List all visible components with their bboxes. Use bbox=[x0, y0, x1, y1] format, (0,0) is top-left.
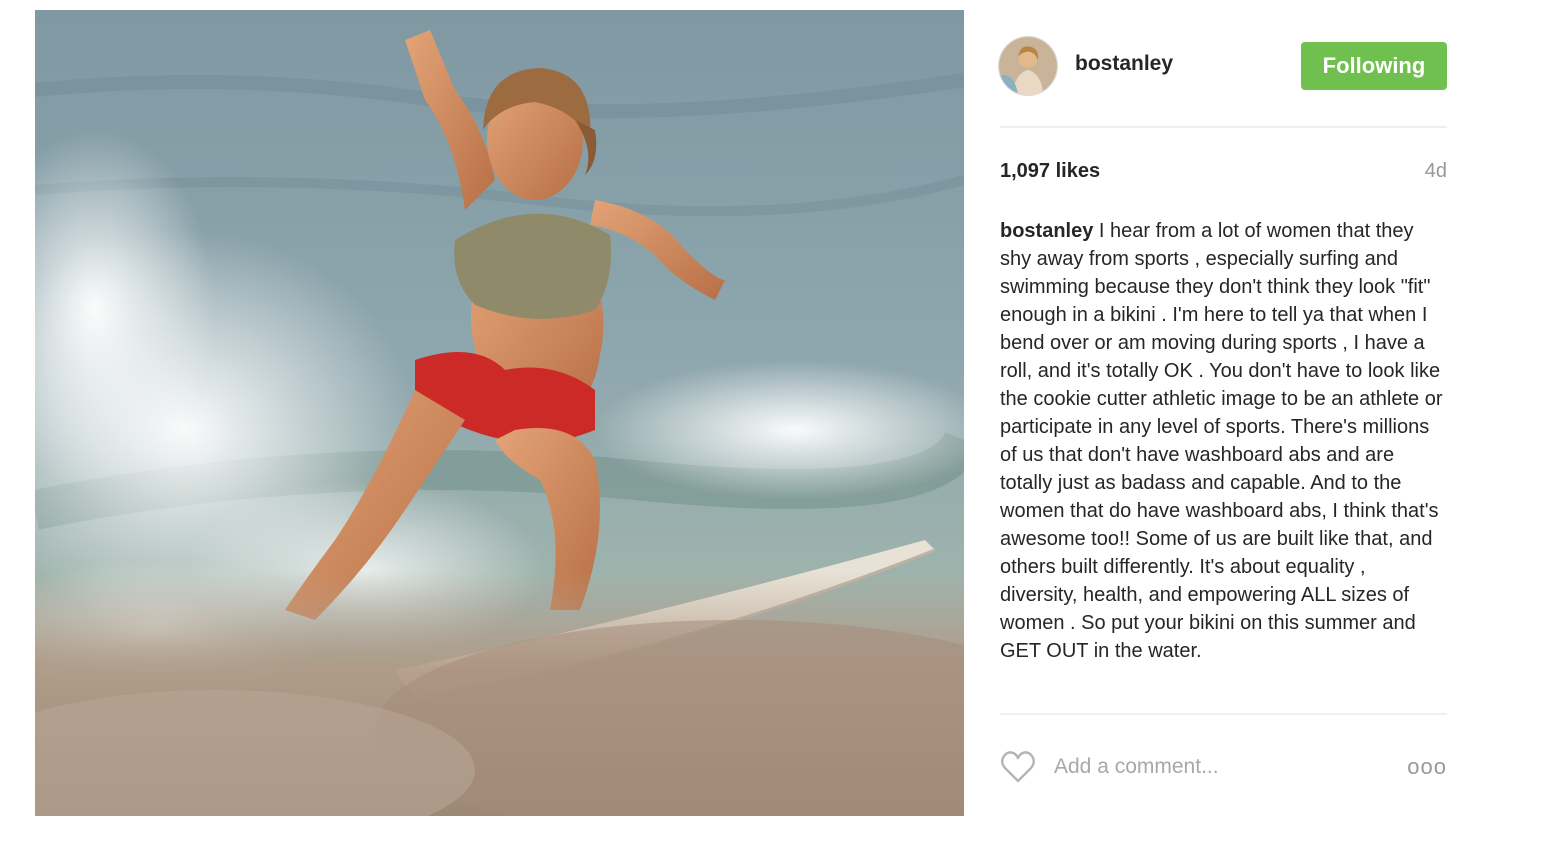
post-header: bostanley Following bbox=[998, 36, 1447, 96]
profile-avatar[interactable] bbox=[998, 36, 1058, 96]
header-divider bbox=[1000, 126, 1447, 128]
heart-icon[interactable] bbox=[1000, 750, 1036, 784]
comment-input[interactable] bbox=[1054, 750, 1384, 784]
post-details-panel: bostanley Following 1,097 likes 4d bosta… bbox=[998, 10, 1447, 816]
following-button[interactable]: Following bbox=[1301, 42, 1447, 90]
post-timestamp[interactable]: 4d bbox=[1425, 160, 1447, 183]
avatar-image-icon bbox=[999, 37, 1057, 95]
caption-text: I hear from a lot of women that they shy… bbox=[1000, 220, 1443, 662]
caption-username-link[interactable]: bostanley bbox=[1000, 220, 1093, 242]
more-options-icon[interactable]: ooo bbox=[1407, 754, 1447, 780]
post-footer: ooo bbox=[1000, 748, 1447, 788]
post-caption: bostanley I hear from a lot of women tha… bbox=[1000, 217, 1447, 717]
surfer-photo-illustration bbox=[35, 10, 964, 816]
caption-divider bbox=[1000, 713, 1447, 715]
likes-count[interactable]: 1,097 likes bbox=[1000, 160, 1100, 183]
header-username-link[interactable]: bostanley bbox=[1075, 52, 1173, 76]
post-photo[interactable] bbox=[35, 10, 964, 816]
